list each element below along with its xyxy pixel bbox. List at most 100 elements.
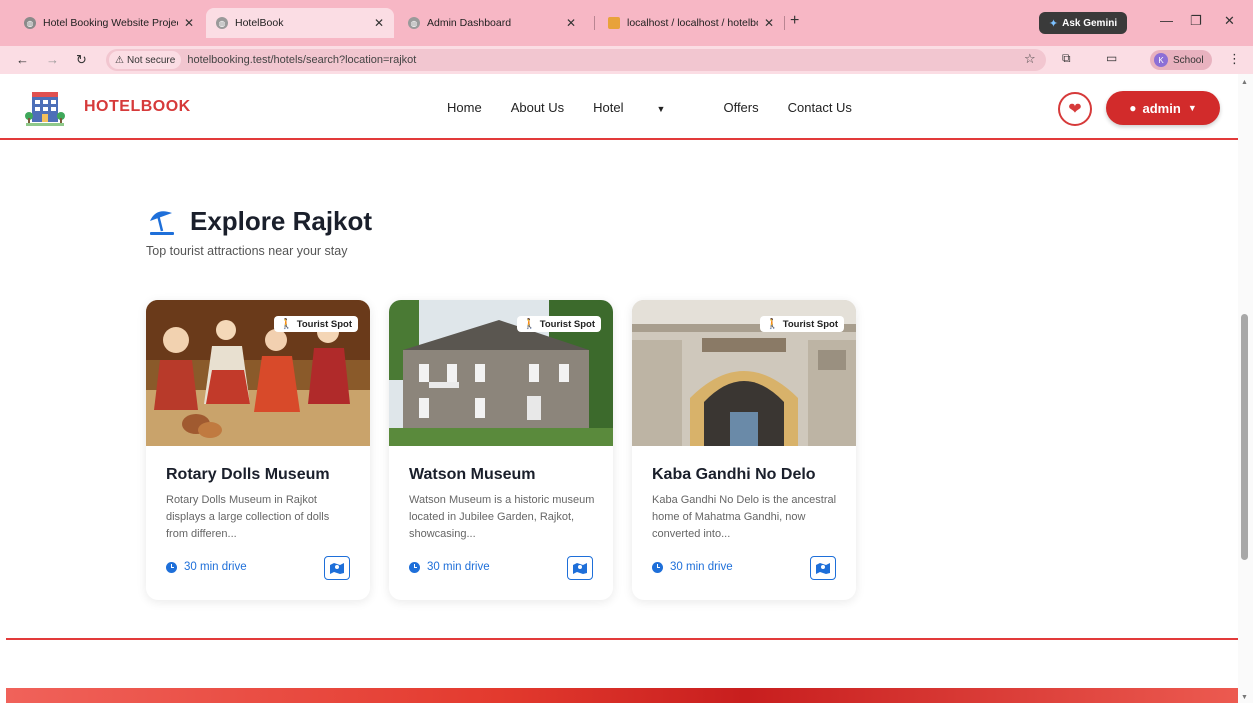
close-window-icon[interactable]: ✕: [1224, 13, 1235, 29]
scrollbar-thumb[interactable]: [1241, 314, 1248, 560]
attraction-card[interactable]: 🚶 Tourist Spot Rotary Dolls Museum Rotar…: [146, 300, 370, 600]
clock-icon: [652, 561, 663, 573]
restore-icon[interactable]: ❐: [1190, 13, 1202, 29]
travel-time-label: 30 min drive: [670, 561, 733, 573]
globe-icon: ◍: [408, 17, 420, 29]
browser-tab[interactable]: localhost / localhost / hotelboo ✕: [598, 10, 784, 36]
user-icon: ●: [1129, 101, 1137, 115]
tourist-spot-badge: 🚶 Tourist Spot: [517, 316, 601, 332]
nav-hotel-label: Hotel: [593, 100, 624, 115]
badge-label: Tourist Spot: [296, 318, 352, 330]
travel-time: 30 min drive: [409, 561, 490, 573]
tab-separator: [784, 16, 785, 30]
tab-title: Admin Dashboard: [427, 17, 512, 29]
attraction-description: Watson Museum is a historic museum locat…: [409, 494, 595, 540]
tab-title: Hotel Booking Website Project: [43, 17, 178, 29]
forward-icon[interactable]: →: [46, 52, 59, 67]
reading-mode-icon[interactable]: ▭: [1106, 51, 1117, 65]
badge-label: Tourist Spot: [539, 318, 595, 330]
section-heading: Explore Rajkot: [146, 205, 372, 237]
nav-home[interactable]: Home: [447, 100, 482, 115]
scroll-up-icon[interactable]: ▲: [1241, 79, 1248, 86]
profile-label: School: [1173, 54, 1204, 66]
browser-toolbar: ← → ↻ ⚠ Not secure hotelbooking.test/hot…: [0, 46, 1253, 74]
view-map-button[interactable]: [810, 556, 836, 580]
security-chip[interactable]: ⚠ Not secure: [109, 51, 182, 69]
tab-separator: [594, 16, 595, 30]
globe-icon: ◍: [24, 17, 36, 29]
reload-icon[interactable]: ↻: [76, 52, 87, 68]
brand-name[interactable]: HOTELBOOK: [84, 98, 191, 116]
travel-time-label: 30 min drive: [427, 561, 490, 573]
view-map-button[interactable]: [567, 556, 593, 580]
attraction-image-kaba-gandhi: 🚶 Tourist Spot: [632, 300, 856, 446]
heart-icon: ❤: [1068, 101, 1082, 118]
travel-time: 30 min drive: [652, 561, 733, 573]
attraction-card[interactable]: 🚶 Tourist Spot Kaba Gandhi No Delo Kaba …: [632, 300, 856, 600]
close-icon[interactable]: ✕: [764, 16, 774, 30]
ask-gemini-button[interactable]: ✦ Ask Gemini: [1039, 12, 1127, 34]
browser-tab[interactable]: ◍ Hotel Booking Website Project ✕: [14, 10, 204, 36]
travel-time-label: 30 min drive: [184, 561, 247, 573]
section-subtitle: Top tourist attractions near your stay: [146, 244, 348, 258]
menu-kebab-icon[interactable]: ⋮: [1228, 51, 1241, 67]
address-bar[interactable]: ⚠ Not secure hotelbooking.test/hotels/se…: [106, 49, 1046, 71]
sparkle-icon: ✦: [1048, 17, 1059, 30]
nav-hotel-dropdown[interactable]: Hotel ▼: [593, 100, 694, 115]
profile-avatar: K: [1154, 53, 1168, 67]
tab-title: HotelBook: [235, 17, 284, 29]
browser-tab-active[interactable]: ◍ HotelBook ✕: [206, 8, 394, 38]
browser-tab[interactable]: ◍ Admin Dashboard ✕: [398, 10, 586, 36]
attraction-description: Rotary Dolls Museum in Rajkot displays a…: [166, 494, 330, 540]
url-text[interactable]: hotelbooking.test/hotels/search?location…: [187, 54, 416, 66]
site-header: HOTELBOOK Home About Us Hotel ▼ Offers Co…: [0, 74, 1238, 140]
section-title: Explore Rajkot: [190, 205, 373, 236]
warning-icon: ⚠: [115, 54, 124, 66]
map-pin-icon: [330, 563, 344, 574]
view-map-button[interactable]: [324, 556, 350, 580]
bookmark-star-icon[interactable]: ☆: [1024, 51, 1036, 67]
browser-tab-bar: ◍ Hotel Booking Website Project ✕ ◍ Hote…: [0, 0, 1253, 46]
back-icon[interactable]: ←: [16, 52, 29, 67]
scroll-down-icon[interactable]: ▼: [1241, 694, 1248, 701]
clock-icon: [409, 561, 420, 573]
badge-label: Tourist Spot: [782, 318, 838, 330]
tab-title: localhost / localhost / hotelboo: [627, 17, 758, 29]
nav-contact[interactable]: Contact Us: [788, 100, 852, 115]
attraction-title[interactable]: Rotary Dolls Museum: [166, 466, 330, 484]
globe-icon: ◍: [216, 17, 228, 29]
sail-icon: [608, 17, 620, 29]
close-icon[interactable]: ✕: [184, 16, 194, 30]
attraction-image-dolls: 🚶 Tourist Spot: [146, 300, 370, 446]
attraction-card[interactable]: 🚶 Tourist Spot Watson Museum Watson Muse…: [389, 300, 613, 600]
close-icon[interactable]: ✕: [374, 16, 384, 30]
caret-down-icon: ▼: [656, 104, 666, 114]
user-menu-button[interactable]: ● admin ▼: [1106, 91, 1220, 125]
walking-person-icon: 🚶: [280, 318, 293, 330]
attraction-description: Kaba Gandhi No Delo is the ancestral hom…: [652, 494, 837, 540]
walking-person-icon: 🚶: [766, 318, 779, 330]
tourist-spot-badge: 🚶 Tourist Spot: [760, 316, 844, 332]
minimize-icon[interactable]: —: [1160, 13, 1173, 28]
extensions-icon[interactable]: ⧉: [1062, 51, 1071, 66]
tourist-spot-badge: 🚶 Tourist Spot: [274, 316, 358, 332]
profile-chip[interactable]: K School: [1150, 50, 1212, 70]
umbrella-beach-icon: [150, 211, 174, 235]
hotel-logo-icon[interactable]: [24, 88, 66, 128]
travel-time: 30 min drive: [166, 561, 247, 573]
nav-about[interactable]: About Us: [511, 100, 564, 115]
favorites-button[interactable]: ❤: [1058, 92, 1092, 126]
walking-person-icon: 🚶: [523, 318, 536, 330]
section-divider: [6, 638, 1238, 640]
attraction-title[interactable]: Kaba Gandhi No Delo: [652, 466, 816, 484]
new-tab-button[interactable]: +: [790, 12, 799, 30]
attraction-title[interactable]: Watson Museum: [409, 466, 536, 484]
close-icon[interactable]: ✕: [566, 16, 576, 30]
nav-offers[interactable]: Offers: [723, 100, 758, 115]
map-pin-icon: [816, 563, 830, 574]
ask-gemini-label: Ask Gemini: [1062, 17, 1118, 29]
clock-icon: [166, 561, 177, 573]
map-pin-icon: [573, 563, 587, 574]
main-nav: Home About Us Hotel ▼ Offers Contact Us: [447, 100, 881, 115]
caret-down-icon: ▼: [1187, 103, 1197, 113]
